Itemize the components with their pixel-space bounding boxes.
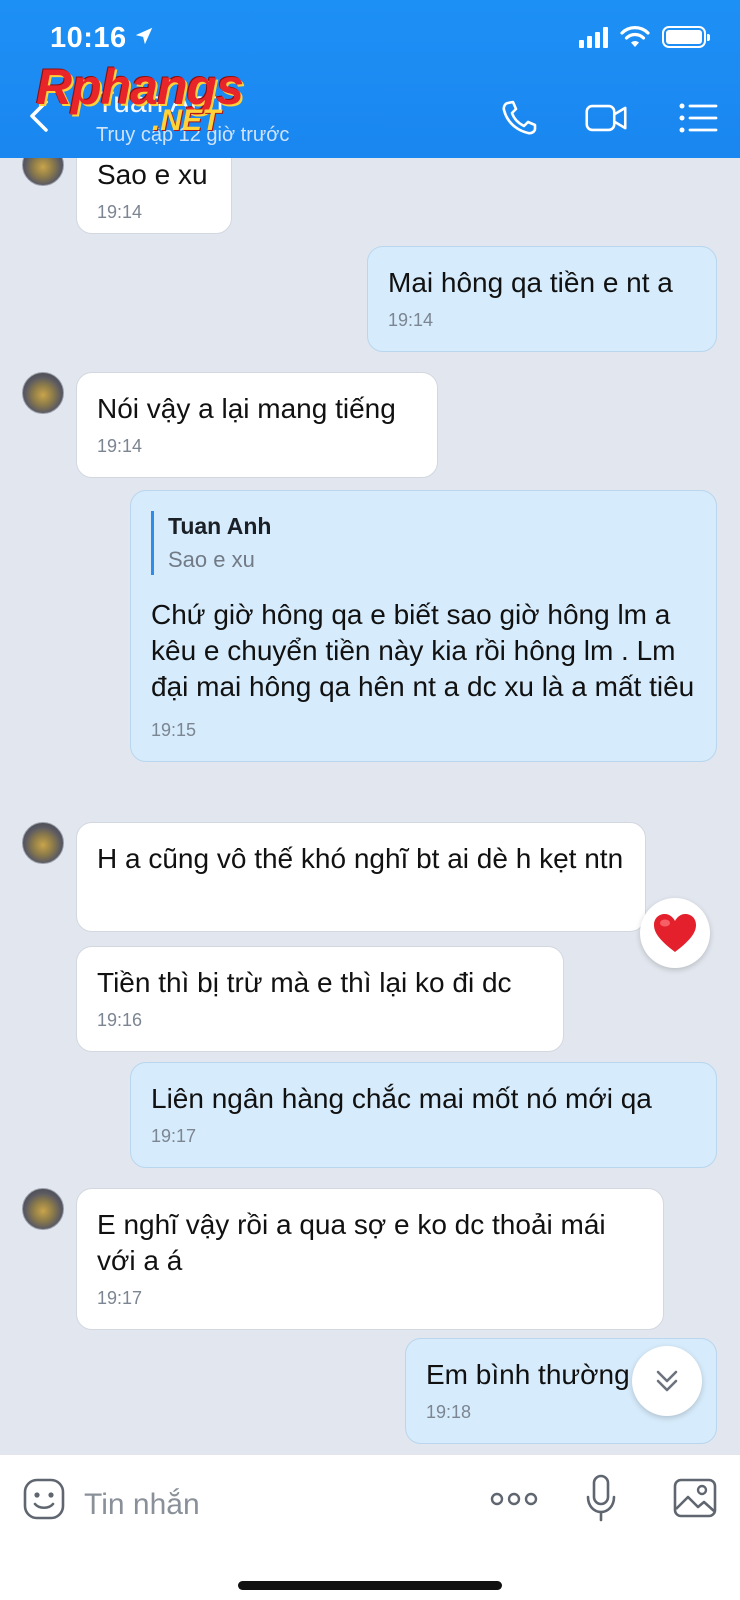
more-icon[interactable]: [490, 1489, 538, 1509]
message-text: Em bình thường: [426, 1359, 630, 1390]
heart-icon: [654, 914, 696, 952]
microphone-icon[interactable]: [584, 1473, 618, 1523]
message-text: H a cũng vô thế khó nghĩ bt ai dè h kẹt …: [97, 843, 624, 874]
sticker-icon[interactable]: [22, 1477, 66, 1521]
phone-icon[interactable]: [498, 98, 542, 138]
message-text: Nói vậy a lại mang tiếng: [97, 393, 396, 424]
message-text: Liên ngân hàng chắc mai mốt nó mới qa: [151, 1083, 652, 1114]
battery-icon: [662, 26, 710, 48]
message-text: E nghĩ vậy rồi a qua sợ e ko dc thoải má…: [97, 1209, 606, 1276]
message-outgoing[interactable]: Liên ngân hàng chắc mai mốt nó mới qa 19…: [130, 1062, 717, 1168]
message-text: Chứ giờ hông qa e biết sao giờ hông lm a…: [151, 599, 695, 702]
double-chevron-down-icon: [656, 1370, 678, 1392]
menu-list-icon[interactable]: [676, 98, 720, 138]
contact-avatar[interactable]: [22, 372, 64, 414]
message-list[interactable]: Sao e xu 19:14 Mai hông qa tiền e nt a 1…: [0, 138, 740, 1454]
message-time: 19:15: [151, 720, 197, 740]
chat-header: 10:16 Tuan Anh Truy cập 12 giờ trước Rph…: [0, 0, 740, 158]
message-text: Sao e xu: [97, 159, 208, 190]
watermark-logo-suffix: .NET: [152, 104, 221, 137]
message-text: Mai hông qa tiền e nt a: [388, 267, 673, 298]
scroll-to-bottom-button[interactable]: [632, 1346, 702, 1416]
reaction-heart[interactable]: [640, 898, 710, 968]
message-composer: [0, 1454, 740, 1600]
message-time: 19:14: [97, 202, 143, 222]
message-outgoing-reply[interactable]: Tuan Anh Sao e xu Chứ giờ hông qa e biết…: [130, 490, 717, 762]
message-incoming[interactable]: E nghĩ vậy rồi a qua sợ e ko dc thoải má…: [76, 1188, 664, 1330]
location-arrow-icon: [133, 25, 155, 53]
contact-avatar[interactable]: [22, 822, 64, 864]
gallery-icon[interactable]: [672, 1477, 718, 1519]
message-time: 19:14: [97, 436, 143, 456]
quoted-text: Sao e xu: [168, 547, 255, 572]
message-incoming[interactable]: Nói vậy a lại mang tiếng 19:14: [76, 372, 438, 478]
wifi-icon: [620, 26, 650, 47]
status-icons: [579, 26, 710, 48]
message-time: 19:17: [151, 1126, 197, 1146]
home-indicator[interactable]: [238, 1581, 502, 1590]
quoted-message[interactable]: Tuan Anh Sao e xu: [151, 511, 696, 575]
contact-avatar[interactable]: [22, 1188, 64, 1230]
message-incoming[interactable]: H a cũng vô thế khó nghĩ bt ai dè h kẹt …: [76, 822, 646, 932]
message-outgoing[interactable]: Mai hông qa tiền e nt a 19:14: [367, 246, 717, 352]
video-call-icon[interactable]: [584, 98, 628, 138]
message-input[interactable]: [84, 1479, 464, 1531]
message-time: 19:14: [388, 310, 434, 330]
quoted-sender: Tuan Anh: [168, 513, 272, 539]
status-time: 10:16: [50, 22, 155, 55]
cellular-signal-icon: [579, 26, 608, 48]
message-time: 19:17: [97, 1288, 143, 1308]
message-text: Tiền thì bị trừ mà e thì lại ko đi dc: [97, 967, 512, 998]
message-time: 19:16: [97, 1010, 143, 1030]
message-incoming[interactable]: Tiền thì bị trừ mà e thì lại ko đi dc 19…: [76, 946, 564, 1052]
